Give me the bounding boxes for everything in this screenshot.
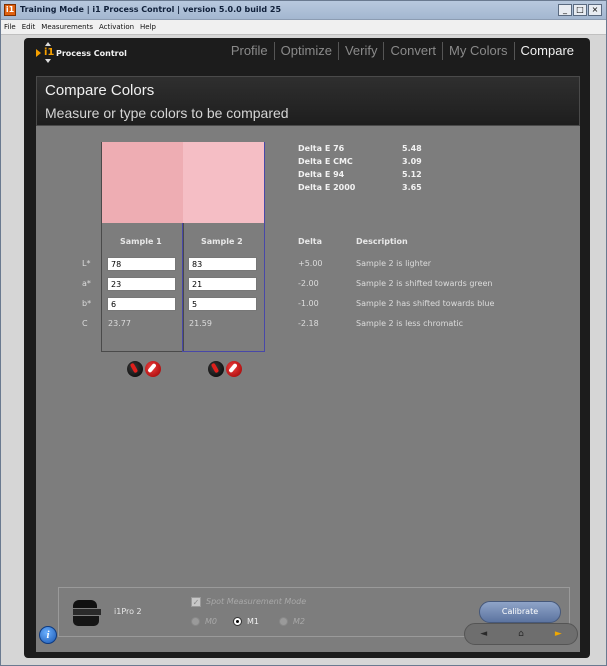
delta-header: Delta — [298, 237, 323, 246]
menu-bar: File Edit Measurements Activation Help — [1, 20, 606, 35]
mode-m2-label: M2 — [293, 617, 305, 626]
row-label-l: L* — [82, 259, 91, 268]
workflow-nav: Profile Optimize Verify Convert My Color… — [225, 42, 580, 60]
measure-sample-1-alt-icon[interactable] — [145, 361, 161, 377]
logo-mark: i1 — [44, 47, 55, 58]
logo-caret-down-icon — [45, 59, 51, 63]
info-icon[interactable]: i — [39, 626, 57, 644]
delta-e-76-label: Delta E 76 — [298, 144, 345, 153]
menu-activation[interactable]: Activation — [96, 20, 137, 34]
window-title: Training Mode | i1 Process Control | ver… — [20, 5, 282, 14]
close-button[interactable]: × — [588, 4, 602, 16]
delta-e-94-label: Delta E 94 — [298, 170, 345, 179]
mode-m1-label: M1 — [247, 617, 259, 626]
title-bar: i1 Training Mode | i1 Process Control | … — [1, 1, 606, 20]
sample-1-header: Sample 1 — [120, 237, 162, 246]
sample-1-b-input[interactable] — [107, 297, 176, 311]
sample-1-chroma: 23.77 — [108, 319, 131, 328]
sample-1-swatch — [102, 142, 183, 223]
sample-1-l-input[interactable] — [107, 257, 176, 271]
compare-area: Delta E 76 5.48 Delta E CMC 3.09 Delta E… — [36, 126, 580, 652]
tab-optimize[interactable]: Optimize — [273, 42, 338, 60]
spot-mode-checkbox[interactable]: ✓ — [191, 597, 201, 607]
sample-2-header: Sample 2 — [201, 237, 243, 246]
menu-help[interactable]: Help — [137, 20, 159, 34]
tab-my-colors[interactable]: My Colors — [442, 42, 514, 60]
delta-e-cmc-value: 3.09 — [402, 157, 422, 166]
back-arrow-icon[interactable]: ◄ — [465, 624, 502, 644]
logo-caret-up-icon — [45, 42, 51, 46]
description-l: Sample 2 is lighter — [356, 259, 432, 268]
sample-2-l-input[interactable] — [188, 257, 257, 271]
menu-file[interactable]: File — [1, 20, 19, 34]
delta-b: -1.00 — [298, 299, 319, 308]
navigation-buttons: ◄ ⌂ ► — [464, 623, 578, 645]
mode-m0-radio[interactable] — [191, 617, 200, 626]
home-icon[interactable]: ⌂ — [502, 624, 539, 644]
description-c: Sample 2 is less chromatic — [356, 319, 464, 328]
i1pro-device-icon — [73, 600, 101, 626]
maximize-button[interactable]: □ — [573, 4, 587, 16]
tab-convert[interactable]: Convert — [383, 42, 442, 60]
delta-e-2000-label: Delta E 2000 — [298, 183, 356, 192]
measure-sample-2-icon[interactable] — [208, 361, 224, 377]
logo-text: Process Control — [56, 49, 127, 58]
measure-sample-2-alt-icon[interactable] — [226, 361, 242, 377]
delta-a: -2.00 — [298, 279, 319, 288]
delta-e-2000-value: 3.65 — [402, 183, 422, 192]
tab-compare[interactable]: Compare — [513, 42, 580, 60]
row-label-c: C — [82, 319, 88, 328]
app-panel: i1 Process Control Profile Optimize Veri… — [24, 38, 590, 658]
calibrate-button[interactable]: Calibrate — [479, 601, 561, 623]
sample-2-b-input[interactable] — [188, 297, 257, 311]
sample-1-a-input[interactable] — [107, 277, 176, 291]
sample-2-a-input[interactable] — [188, 277, 257, 291]
logo-arrow-icon — [36, 49, 41, 57]
measure-sample-1-icon[interactable] — [127, 361, 143, 377]
tab-profile[interactable]: Profile — [225, 42, 274, 60]
delta-e-cmc-label: Delta E CMC — [298, 157, 353, 166]
sample-2-chroma: 21.59 — [189, 319, 212, 328]
delta-e-94-value: 5.12 — [402, 170, 422, 179]
page-subtitle: Measure or type colors to be compared — [45, 105, 289, 121]
menu-edit[interactable]: Edit — [19, 20, 39, 34]
row-label-b: b* — [82, 299, 92, 308]
row-label-a: a* — [82, 279, 91, 288]
delta-c: -2.18 — [298, 319, 319, 328]
next-arrow-icon[interactable]: ► — [540, 624, 577, 644]
application-window: i1 Training Mode | i1 Process Control | … — [0, 0, 607, 666]
menu-measurements[interactable]: Measurements — [38, 20, 96, 34]
device-name: i1Pro 2 — [114, 607, 142, 616]
sample-2-swatch — [183, 142, 264, 223]
delta-l: +5.00 — [298, 259, 323, 268]
mode-m0-label: M0 — [205, 617, 217, 626]
page-title: Compare Colors — [45, 82, 155, 99]
tab-verify[interactable]: Verify — [337, 42, 384, 60]
description-a: Sample 2 is shifted towards green — [356, 279, 493, 288]
description-b: Sample 2 has shifted towards blue — [356, 299, 495, 308]
app-icon: i1 — [4, 4, 16, 16]
delta-e-76-value: 5.48 — [402, 144, 422, 153]
minimize-button[interactable]: _ — [558, 4, 572, 16]
page-header: Compare Colors Measure or type colors to… — [36, 76, 580, 126]
description-header: Description — [356, 237, 408, 246]
mode-m1-radio[interactable] — [233, 617, 242, 626]
spot-mode-label: Spot Measurement Mode — [206, 597, 307, 606]
mode-m2-radio[interactable] — [279, 617, 288, 626]
